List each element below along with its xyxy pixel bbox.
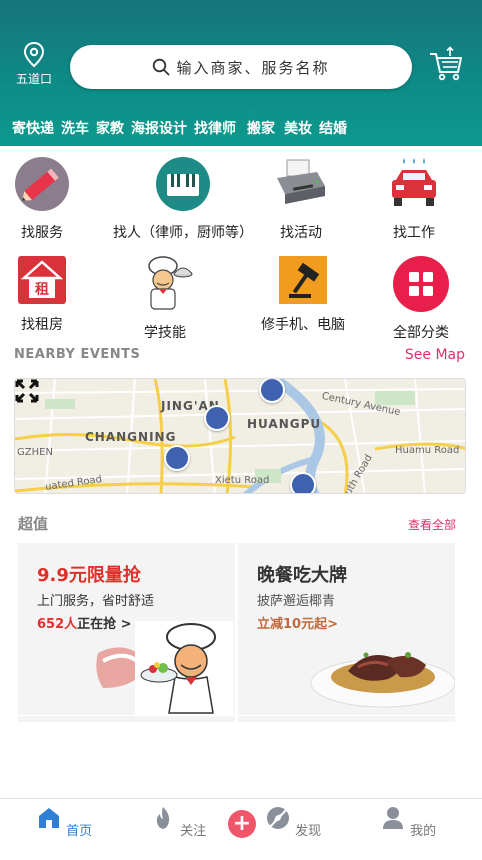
house-rent-icon: 租: [18, 256, 66, 304]
tab-home[interactable]: 首页: [34, 805, 94, 839]
deal-meta-suffix: 正在抢 >: [77, 617, 132, 632]
tab-label: 我的: [410, 824, 437, 839]
event-pin-music[interactable]: [290, 472, 316, 493]
chef-icon: [137, 256, 193, 312]
map-label: HUANGPU: [247, 417, 322, 431]
category-link[interactable]: 洗车: [61, 118, 89, 138]
deal-meta: 652人正在抢 >: [37, 613, 132, 632]
printer-icon: [273, 156, 329, 212]
deals-title: 超值: [18, 515, 49, 533]
category-link[interactable]: 搬家: [247, 118, 275, 138]
see-all-link[interactable]: 查看全部: [408, 516, 456, 533]
deal-subtitle: 披萨邂逅椰青: [257, 594, 336, 609]
grid-item-label: 找活动: [280, 225, 322, 241]
grid-item-label: 学技能: [144, 325, 186, 341]
card-divider: [238, 716, 455, 722]
map-label: Xietu Road: [215, 475, 270, 486]
event-pin-calendar[interactable]: [204, 405, 230, 431]
grid-item-find-person[interactable]: 找人（律师，厨师等）: [108, 156, 258, 242]
expand-map-icon[interactable]: [15, 379, 39, 403]
search-placeholder: 输入商家、服务名称: [176, 58, 330, 77]
grid-item-label: 找服务: [21, 225, 63, 241]
deal-count: 652人: [37, 617, 78, 632]
map-label: CHANGNING: [85, 430, 177, 444]
tab-follow[interactable]: 关注: [148, 805, 208, 839]
cart-icon[interactable]: [428, 46, 464, 82]
piano-icon: [155, 156, 211, 212]
deal-title: 晚餐吃大牌: [257, 565, 347, 586]
deal-card[interactable]: 9.9元限量抢 上门服务，省时舒适 652人正在抢 >: [18, 543, 235, 715]
deal-subtitle: 上门服务，省时舒适: [37, 594, 155, 609]
grid-item-find-rental[interactable]: 租 找租房: [0, 256, 84, 334]
nearby-events-title: NEARBY EVENTS: [14, 347, 141, 362]
grid-item-find-service[interactable]: 找服务: [0, 156, 84, 242]
event-pin-calendar[interactable]: [164, 445, 190, 471]
tab-label: 关注: [180, 824, 207, 839]
category-link[interactable]: 寄快递: [12, 118, 54, 138]
search-icon: [153, 58, 170, 76]
grid-item-label: 找租房: [21, 317, 63, 333]
grid-item-all-categories[interactable]: 全部分类: [372, 256, 470, 342]
flame-icon: [156, 807, 170, 829]
grid-item-label: 找人（律师，厨师等）: [113, 225, 253, 241]
all-categories-icon: [393, 256, 449, 312]
deal-meta: 立减10元起>: [257, 617, 338, 632]
category-link[interactable]: 美妆: [284, 118, 312, 138]
grid-item-find-job[interactable]: 找工作: [372, 156, 456, 242]
deal-title: 9.9元限量抢: [37, 565, 141, 586]
gavel-icon: [279, 256, 327, 304]
grid-item-find-activity[interactable]: 找活动: [262, 156, 340, 242]
category-link[interactable]: 找律师: [194, 118, 236, 138]
event-pin-calendar[interactable]: [259, 379, 285, 403]
home-icon: [38, 808, 59, 828]
grid-item-label: 找工作: [393, 225, 435, 241]
grid-item-label: 修手机、电脑: [261, 317, 345, 333]
map-label: GZHEN: [17, 447, 53, 458]
profile-icon: [382, 807, 403, 829]
steak-image: [310, 652, 455, 708]
grid-item-label: 全部分类: [393, 325, 449, 341]
quick-categories: 寄快递 洗车 家教 海报设计 找律师 搬家 美妆 结婚: [12, 118, 354, 138]
category-link[interactable]: 家教: [96, 118, 124, 138]
see-map-link[interactable]: See Map: [405, 347, 465, 363]
discover-icon: [266, 807, 289, 829]
search-input[interactable]: 输入商家、服务名称: [70, 45, 412, 89]
location-selector[interactable]: 五道口: [12, 42, 56, 87]
tab-discover[interactable]: 发现: [263, 805, 323, 839]
location-label: 五道口: [15, 72, 52, 86]
grid-item-learn-skill[interactable]: 学技能: [128, 256, 202, 342]
category-link[interactable]: 结婚: [319, 118, 347, 138]
car-icon: [386, 156, 442, 212]
header: 五道口 输入商家、服务名称 寄快递 洗车 家教 海报设计 找律师 搬家 美妆 结…: [0, 0, 482, 146]
add-button[interactable]: +: [228, 810, 256, 838]
tab-label: 发现: [295, 824, 322, 839]
chef-illustration: [135, 621, 233, 715]
tab-profile[interactable]: 我的: [378, 805, 438, 839]
deal-card[interactable]: 晚餐吃大牌 披萨邂逅椰青 立减10元起>: [238, 543, 455, 715]
map-label: Huamu Road: [395, 445, 460, 456]
tab-label: 首页: [66, 824, 93, 839]
events-map[interactable]: JING'AN CHANGNING HUANGPU GZHEN Century …: [14, 378, 466, 494]
category-link[interactable]: 海报设计: [131, 118, 187, 138]
card-divider: [18, 716, 235, 722]
svg-text:租: 租: [35, 281, 49, 298]
location-pin-icon: [23, 42, 45, 68]
pencil-icon: [14, 156, 70, 212]
grid-item-repair[interactable]: 修手机、电脑: [254, 256, 352, 334]
